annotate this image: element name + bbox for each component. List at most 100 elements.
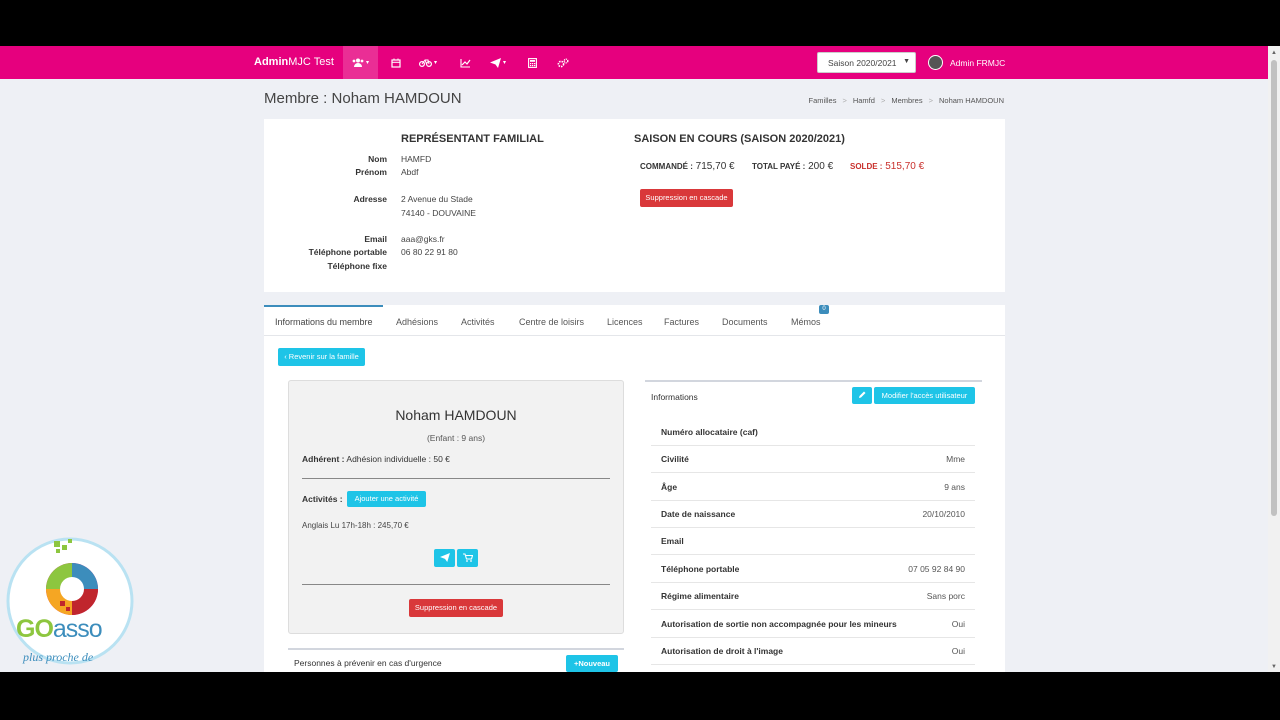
tab-centre-loisirs[interactable]: Centre de loisirs [519, 317, 584, 327]
tab-licences[interactable]: Licences [607, 317, 643, 327]
brand-rest: MJC Test [288, 56, 334, 68]
pencil-icon [859, 391, 866, 398]
season-select[interactable]: Saison 2020/2021 ▼ [817, 52, 916, 73]
info-value: Mme [946, 454, 965, 464]
send-message-button[interactable] [434, 549, 455, 567]
user-menu[interactable]: Admin FRMJC [950, 58, 1005, 68]
avatar[interactable] [928, 55, 943, 70]
adresse-line2: 74140 - DOUVAINE [401, 208, 476, 218]
nav-bicycle-menu[interactable]: ▾ [419, 54, 437, 71]
caret-down-icon: ▾ [366, 60, 370, 66]
info-key: Téléphone portable [661, 564, 740, 574]
nav-calculator[interactable] [528, 54, 537, 71]
new-emergency-contact-button[interactable]: +Nouveau [566, 655, 618, 672]
solde-label: SOLDE : [850, 162, 883, 171]
info-key: Régime alimentaire [661, 591, 739, 601]
saison-title: SAISON EN COURS (SAISON 2020/2021) [634, 133, 845, 145]
calculator-icon [528, 57, 537, 68]
adresse-line1: 2 Avenue du Stade [401, 194, 473, 204]
add-activity-button[interactable]: Ajouter une activité [347, 491, 426, 507]
info-row-autorisation-sortie: Autorisation de sortie non accompagnée p… [651, 610, 975, 638]
nav-settings[interactable] [557, 54, 569, 71]
tab-factures[interactable]: Factures [664, 317, 699, 327]
breadcrumb-link-familles[interactable]: Familles [809, 96, 837, 105]
goasso-tagline: plus proche de [23, 650, 94, 664]
browser-viewport: AdminMJC Test ▾ ▾ ▾ Saison 2020/2021 ▼ A… [0, 46, 1280, 672]
tab-memos[interactable]: Mémos [791, 317, 821, 327]
line-chart-icon [460, 58, 471, 68]
caret-down-icon: ▾ [503, 60, 507, 66]
info-value: Sans porc [926, 591, 965, 601]
info-value: 9 ans [944, 482, 965, 492]
goasso-logo-text: GOasso [16, 615, 103, 644]
cart-button[interactable] [457, 549, 478, 567]
member-name: Noham HAMDOUN [395, 407, 517, 423]
tel-fixe-label: Téléphone fixe [327, 261, 387, 271]
breadcrumb-separator: > [928, 96, 933, 105]
breadcrumb: Familles > Hamfd > Membres > Noham HAMDO… [809, 96, 1004, 105]
nav-statistics[interactable] [460, 54, 471, 71]
tab-adhesions[interactable]: Adhésions [396, 317, 438, 327]
top-navbar: AdminMJC Test ▾ ▾ ▾ Saison 2020/2021 ▼ A… [0, 46, 1268, 79]
info-key: Date de naissance [661, 509, 736, 519]
prenom-value: Abdf [401, 167, 419, 177]
activites-label: Activités : [302, 494, 343, 504]
nav-messages-menu[interactable]: ▾ [490, 54, 506, 71]
member-cascade-delete-button[interactable]: Suppression en cascade [409, 599, 503, 617]
info-value: 20/10/2010 [922, 509, 965, 519]
info-row-email: Email [651, 527, 975, 555]
memos-count-badge: 0 [819, 305, 829, 314]
breadcrumb-link-membres[interactable]: Membres [891, 96, 922, 105]
caret-down-icon: ▾ [434, 60, 438, 66]
total-paye-label: TOTAL PAYÉ : [752, 162, 806, 171]
divider [302, 584, 610, 585]
info-key: Email [661, 536, 684, 546]
bicycle-icon [419, 59, 432, 67]
scroll-up-arrow-icon[interactable]: ▲ [1271, 50, 1277, 56]
info-value: Oui [951, 619, 965, 629]
adherent-label: Adhérent : [302, 454, 345, 464]
info-row-regime: Régime alimentaire Sans porc [651, 582, 975, 610]
calendar-icon [391, 58, 401, 68]
breadcrumb-separator: > [880, 96, 886, 105]
info-key: Autorisation de sortie non accompagnée p… [661, 619, 897, 629]
goasso-go: GO [16, 615, 54, 643]
emergency-contacts-panel: Personnes à prévenir en cas d'urgence +N… [288, 648, 624, 672]
commande-value: 715,70 € [695, 161, 735, 172]
paper-plane-icon [439, 553, 450, 562]
goasso-asso: asso [52, 615, 103, 643]
back-to-family-button[interactable]: ‹ Revenir sur la famille [278, 348, 365, 366]
total-paye: TOTAL PAYÉ : 200 € [752, 161, 833, 172]
info-key: Numéro allocataire (caf) [661, 427, 758, 437]
scroll-down-arrow-icon[interactable]: ▼ [1271, 664, 1277, 670]
info-value: 07 05 92 84 90 [908, 564, 965, 574]
prenom-label: Prénom [355, 167, 387, 177]
emergency-contacts-title: Personnes à prévenir en cas d'urgence [294, 658, 442, 668]
scrollbar-thumb[interactable] [1271, 60, 1277, 516]
users-icon [352, 58, 364, 67]
back-to-family-label: Revenir sur la famille [288, 352, 359, 361]
brand-bold: Admin [254, 56, 289, 68]
family-cascade-delete-button[interactable]: Suppression en cascade [640, 189, 733, 207]
nav-calendar[interactable] [391, 54, 401, 71]
new-button-label: Nouveau [578, 659, 611, 668]
tab-activites[interactable]: Activités [461, 317, 495, 327]
gears-icon [557, 58, 569, 67]
breadcrumb-separator: > [842, 96, 847, 105]
divider [302, 478, 610, 479]
email-label: Email [364, 234, 387, 244]
nav-members-menu[interactable]: ▾ [343, 46, 379, 79]
representant-title: REPRÉSENTANT FAMILIAL [401, 133, 544, 145]
modify-user-access-button[interactable]: Modifier l'accès utilisateur [874, 387, 975, 404]
page-scrollbar[interactable]: ▲ ▼ [1268, 46, 1280, 672]
info-key: Autorisation de droit à l'image [661, 646, 783, 656]
edit-button[interactable] [852, 387, 872, 404]
brand[interactable]: AdminMJC Test [254, 56, 334, 68]
chevron-down-icon: ▼ [903, 58, 910, 65]
commande-label: COMMANDÉ : [640, 162, 693, 171]
tab-documents[interactable]: Documents [722, 317, 768, 327]
email-value: aaa@gks.fr [401, 234, 445, 244]
tab-informations[interactable]: Informations du membre [275, 317, 373, 327]
breadcrumb-link-family[interactable]: Hamfd [853, 96, 875, 105]
nom-label: Nom [368, 154, 387, 164]
